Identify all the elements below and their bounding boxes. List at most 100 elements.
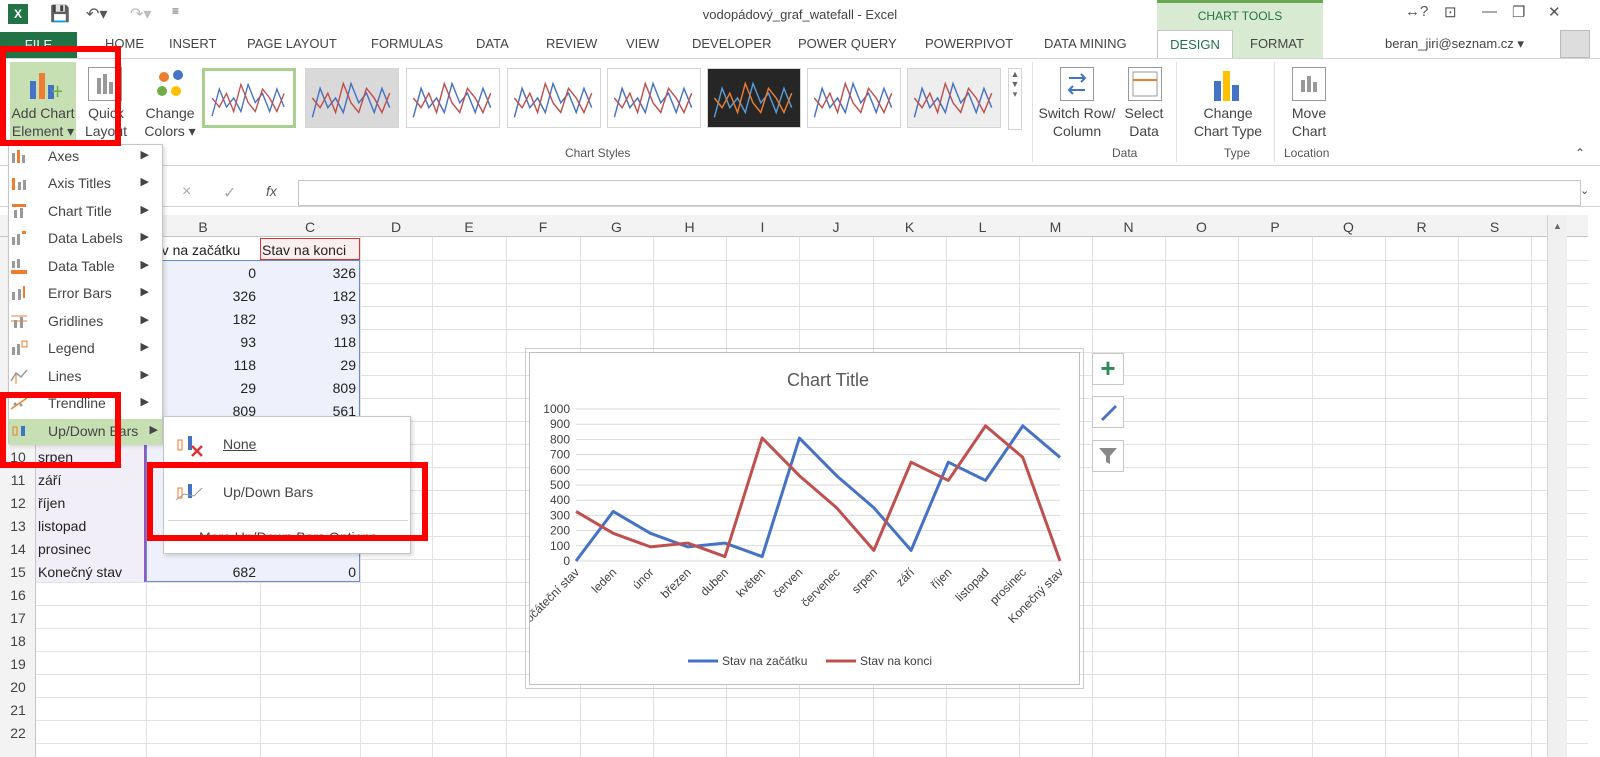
select-data-button[interactable]: Select Data: [1118, 104, 1170, 140]
tab-view[interactable]: VIEW: [626, 36, 659, 51]
row-header[interactable]: 17: [0, 610, 36, 626]
column-header[interactable]: J: [799, 219, 873, 235]
column-header[interactable]: O: [1165, 219, 1238, 235]
column-header[interactable]: Q: [1312, 219, 1385, 235]
menu-item-axis-titles[interactable]: Axis Titles ▶: [10, 171, 153, 197]
column-header[interactable]: N: [1092, 219, 1165, 235]
chart-style-3[interactable]: [406, 68, 500, 128]
column-header[interactable]: M: [1019, 219, 1092, 235]
formula-input[interactable]: [298, 180, 1581, 206]
chart-style-2[interactable]: [305, 68, 399, 128]
user-account[interactable]: beran_jiri@seznam.cz ▾: [1385, 36, 1524, 52]
tab-design[interactable]: DESIGN: [1157, 30, 1233, 59]
cell-b[interactable]: 29: [150, 380, 256, 396]
menu-item-error-bars[interactable]: Error Bars ▶: [10, 281, 153, 307]
column-header[interactable]: P: [1238, 219, 1312, 235]
tab-format[interactable]: FORMAT: [1250, 36, 1304, 51]
cell-b[interactable]: 93: [150, 334, 256, 350]
ribbon-display-icon[interactable]: ⊡: [1444, 3, 1457, 21]
scroll-up-icon[interactable]: ▲: [1548, 221, 1567, 231]
row-header[interactable]: 22: [0, 725, 36, 741]
menu-item-lines[interactable]: Lines ▶: [10, 364, 153, 390]
cell-c[interactable]: 182: [262, 288, 356, 304]
cell-a[interactable]: Konečný stav: [38, 564, 122, 580]
header-c[interactable]: Stav na konci: [262, 242, 346, 258]
cell-b[interactable]: 182: [150, 311, 256, 327]
column-header[interactable]: L: [946, 219, 1019, 235]
column-header[interactable]: I: [726, 219, 799, 235]
avatar[interactable]: [1560, 30, 1590, 58]
column-header[interactable]: D: [360, 219, 432, 235]
cell-c[interactable]: 118: [262, 334, 356, 350]
cell-b[interactable]: 326: [150, 288, 256, 304]
chart-styles-button[interactable]: [1092, 396, 1124, 428]
insert-function-icon[interactable]: fx: [266, 183, 277, 199]
collapse-ribbon-icon[interactable]: ⌃: [1575, 146, 1585, 160]
menu-item-data-table[interactable]: Data Table ▶: [10, 254, 153, 280]
tab-data-mining[interactable]: DATA MINING: [1044, 36, 1127, 51]
tab-review[interactable]: REVIEW: [546, 36, 597, 51]
column-header[interactable]: R: [1385, 219, 1458, 235]
column-header[interactable]: G: [580, 219, 653, 235]
restore-icon[interactable]: ❐: [1512, 3, 1525, 21]
chart-style-5[interactable]: [607, 68, 701, 128]
cell-c[interactable]: 93: [262, 311, 356, 327]
cell-b[interactable]: 118: [150, 357, 256, 373]
column-header[interactable]: K: [873, 219, 946, 235]
chart-style-1[interactable]: [202, 68, 296, 128]
menu-item-data-labels[interactable]: Data Labels ▶: [10, 226, 153, 252]
vertical-scrollbar[interactable]: ▲: [1547, 215, 1567, 757]
cell-c[interactable]: 0: [262, 564, 356, 580]
menu-item-legend[interactable]: Legend ▶: [10, 336, 153, 362]
tab-developer[interactable]: DEVELOPER: [692, 36, 771, 51]
cell-b[interactable]: 0: [150, 265, 256, 281]
tab-formulas[interactable]: FORMULAS: [371, 36, 443, 51]
chart-filters-button[interactable]: [1092, 440, 1124, 472]
cell-c[interactable]: 809: [262, 380, 356, 396]
header-b[interactable]: tav na začátku: [150, 242, 240, 258]
chart-elements-button[interactable]: +: [1092, 353, 1124, 385]
row-header[interactable]: 20: [0, 679, 36, 695]
column-header[interactable]: S: [1458, 219, 1531, 235]
menu-item-chart-title[interactable]: Chart Title ▶: [10, 199, 153, 225]
row-header[interactable]: 14: [0, 541, 36, 557]
minimize-icon[interactable]: —: [1482, 3, 1497, 20]
row-header[interactable]: 13: [0, 518, 36, 534]
cell-a[interactable]: listopad: [38, 518, 86, 534]
menu-item-gridlines[interactable]: Gridlines ▶: [10, 309, 153, 335]
change-chart-type-button[interactable]: Change Chart Type: [1186, 104, 1270, 140]
cell-c[interactable]: 326: [262, 265, 356, 281]
change-colors-button[interactable]: Change Colors ▾: [140, 104, 200, 140]
row-header[interactable]: 21: [0, 702, 36, 718]
row-header[interactable]: 19: [0, 656, 36, 672]
chart-style-8[interactable]: [907, 68, 1001, 128]
column-header[interactable]: B: [146, 219, 260, 235]
tab-power-query[interactable]: POWER QUERY: [798, 36, 897, 51]
tab-insert[interactable]: INSERT: [169, 36, 216, 51]
chart-style-4[interactable]: [507, 68, 601, 128]
row-header[interactable]: 18: [0, 633, 36, 649]
tab-data[interactable]: DATA: [476, 36, 509, 51]
close-icon[interactable]: ✕: [1548, 3, 1561, 21]
switch-row-column-button[interactable]: Switch Row/Column: [1038, 104, 1116, 140]
column-header[interactable]: C: [260, 219, 360, 235]
enter-icon[interactable]: ✓: [223, 183, 236, 203]
cell-b[interactable]: 682: [150, 564, 256, 580]
column-header[interactable]: F: [506, 219, 580, 235]
chart-styles-scroll[interactable]: ▲ ▼ ▾: [1008, 68, 1022, 130]
submenu-item-none[interactable]: None: [168, 428, 408, 462]
row-header[interactable]: 15: [0, 564, 36, 580]
chart-style-6[interactable]: [707, 68, 801, 128]
tab-page-layout[interactable]: PAGE LAYOUT: [247, 36, 337, 51]
move-chart-button[interactable]: Move Chart: [1280, 104, 1338, 140]
row-header[interactable]: 12: [0, 495, 36, 511]
cell-a[interactable]: říjen: [38, 495, 65, 511]
row-header[interactable]: 11: [0, 472, 36, 488]
menu-item-axes[interactable]: Axes ▶: [10, 144, 153, 170]
cell-a[interactable]: prosinec: [38, 541, 91, 557]
column-header[interactable]: H: [653, 219, 726, 235]
cell-a[interactable]: září: [38, 472, 61, 488]
tab-powerpivot[interactable]: POWERPIVOT: [925, 36, 1013, 51]
column-header[interactable]: E: [432, 219, 506, 235]
chart-style-7[interactable]: [807, 68, 901, 128]
